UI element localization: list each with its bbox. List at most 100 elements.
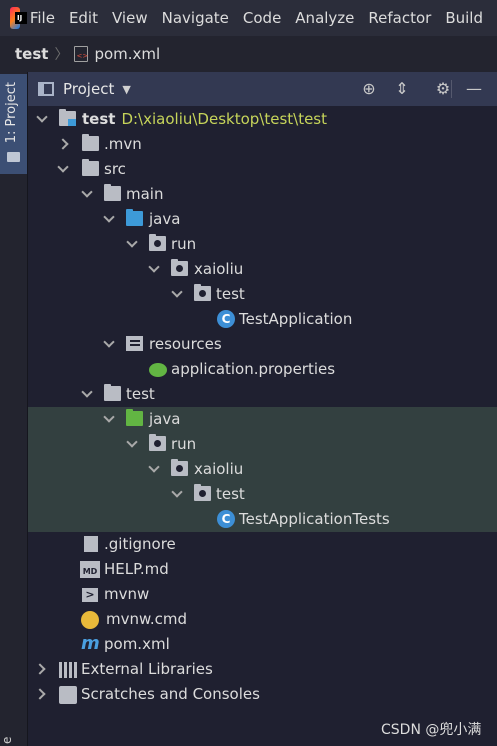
tree-item-label: pom.xml: [104, 635, 170, 653]
chevron-down-icon[interactable]: [103, 411, 115, 423]
menu-code[interactable]: Code: [243, 9, 281, 27]
chevron-right-icon[interactable]: [34, 688, 46, 700]
tree-item-label: java: [149, 210, 181, 228]
tree-row-scratches[interactable]: Scratches and Consoles: [28, 682, 497, 707]
minimize-icon[interactable]: —: [465, 80, 483, 98]
tree-row-external-libraries[interactable]: External Libraries: [28, 657, 497, 682]
menu-bar: IJ File Edit View Navigate Code Analyze …: [0, 0, 497, 36]
tree-item-label: test: [216, 285, 245, 303]
chevron-down-icon[interactable]: [57, 161, 69, 173]
chevron-down-icon[interactable]: [171, 286, 183, 298]
menu-build[interactable]: Build: [445, 9, 483, 27]
package-icon: [171, 259, 188, 276]
gear-icon[interactable]: ⚙: [434, 80, 452, 98]
scratches-icon: [59, 686, 77, 704]
shell-script-icon: >: [82, 588, 98, 602]
folder-icon: [82, 134, 99, 151]
locate-target-icon[interactable]: ⊕: [360, 80, 378, 98]
chevron-down-icon[interactable]: [148, 261, 160, 273]
tree-row-test-test-package[interactable]: test: [28, 482, 497, 507]
tree-item-label: External Libraries: [81, 660, 213, 678]
intellij-logo-icon[interactable]: IJ: [10, 7, 27, 29]
tree-item-label: src: [104, 160, 126, 178]
menu-file[interactable]: File: [30, 9, 55, 27]
tree-row-main-test-package[interactable]: test: [28, 282, 497, 307]
breadcrumb-project[interactable]: test: [15, 45, 48, 63]
chevron-down-icon[interactable]: [103, 211, 115, 223]
tree-item-label: xaioliu: [194, 260, 244, 278]
tree-item-label: run: [171, 435, 197, 453]
tree-row-mvnw-cmd[interactable]: mvnw.cmd: [28, 607, 497, 632]
chevron-down-icon[interactable]: [148, 461, 160, 473]
menu-edit[interactable]: Edit: [69, 9, 98, 27]
project-path: D:\xiaoliu\Desktop\test\test: [121, 110, 327, 128]
tree-row-main-run[interactable]: run: [28, 232, 497, 257]
chevron-down-icon[interactable]: [126, 236, 138, 248]
package-icon: [194, 284, 211, 301]
tree-row-gitignore[interactable]: .gitignore: [28, 532, 497, 557]
tree-item-label: TestApplicationTests: [239, 510, 390, 528]
tree-item-label: mvnw: [104, 585, 150, 603]
spring-leaf-icon: [149, 363, 167, 377]
tree-item-label: java: [149, 410, 181, 428]
package-icon: [171, 459, 188, 476]
chevron-down-icon[interactable]: [36, 111, 48, 123]
project-panel-header: Project ▼ ⊕ ⇕ ⚙ —: [28, 72, 497, 106]
chevron-right-icon[interactable]: [34, 663, 46, 675]
tree-item-label: test: [216, 485, 245, 503]
chevron-down-icon[interactable]: [171, 486, 183, 498]
breadcrumb-file[interactable]: pom.xml: [94, 45, 160, 63]
tree-row-mvnw[interactable]: > mvnw: [28, 582, 497, 607]
menu-refactor[interactable]: Refactor: [368, 9, 431, 27]
tree-row-mvn[interactable]: .mvn: [28, 132, 497, 157]
resources-folder-icon: [126, 336, 143, 351]
chevron-down-icon[interactable]: [81, 186, 93, 198]
panel-title[interactable]: Project: [63, 80, 114, 98]
chevron-right-icon[interactable]: [57, 138, 69, 150]
tree-row-src[interactable]: src: [28, 157, 497, 182]
library-icon: [59, 662, 77, 678]
text-file-icon: [84, 536, 98, 552]
folder-icon: [7, 152, 20, 162]
folder-icon: [104, 384, 121, 401]
tree-row-application-properties[interactable]: application.properties: [28, 357, 497, 382]
tree-item-label: application.properties: [171, 360, 336, 378]
spring-boot-class-icon: C: [217, 310, 235, 328]
tree-row-main[interactable]: main: [28, 182, 497, 207]
left-tool-stripe: 1: Project e: [0, 72, 28, 746]
chevron-down-icon[interactable]: [81, 386, 93, 398]
tree-row-test-xaioliu[interactable]: xaioliu: [28, 457, 497, 482]
tree-item-label: xaioliu: [194, 460, 244, 478]
chevron-down-icon[interactable]: [126, 436, 138, 448]
tree-item-label: resources: [149, 335, 222, 353]
chevron-down-icon[interactable]: [103, 336, 115, 348]
project-view-icon: [38, 82, 54, 96]
menu-view[interactable]: View: [112, 9, 148, 27]
package-icon: [149, 234, 166, 251]
tree-row-main-java[interactable]: java: [28, 207, 497, 232]
collapse-all-icon[interactable]: ⇕: [393, 80, 411, 98]
chevron-down-icon[interactable]: ▼: [122, 83, 130, 96]
tree-row-help-md[interactable]: MD HELP.md: [28, 557, 497, 582]
tree-row-test-java[interactable]: java: [28, 407, 497, 432]
menu-analyze[interactable]: Analyze: [295, 9, 354, 27]
tree-row-main-xaioliu[interactable]: xaioliu: [28, 257, 497, 282]
test-class-icon: C: [217, 510, 235, 528]
tree-item-label: test: [126, 385, 155, 403]
folder-icon: [82, 159, 99, 176]
tree-item-label: HELP.md: [104, 560, 169, 578]
xml-file-icon: [74, 46, 89, 62]
tree-row-resources[interactable]: resources: [28, 332, 497, 357]
tree-row-test[interactable]: test: [28, 382, 497, 407]
tree-row-project-root[interactable]: test D:\xiaoliu\Desktop\test\test: [28, 107, 497, 132]
project-tool-tab-label: 1: Project: [4, 82, 19, 144]
tree-item-label: Scratches and Consoles: [81, 685, 260, 703]
tree-row-testapplicationtests[interactable]: C TestApplicationTests: [28, 507, 497, 532]
project-tool-tab[interactable]: 1: Project: [0, 74, 27, 174]
tree-item-label: test D:\xiaoliu\Desktop\test\test: [82, 110, 327, 128]
tree-row-testapplication[interactable]: C TestApplication: [28, 307, 497, 332]
bottom-tool-tab[interactable]: e: [0, 724, 27, 744]
tree-row-test-run[interactable]: run: [28, 432, 497, 457]
menu-navigate[interactable]: Navigate: [162, 9, 229, 27]
tree-row-pom-xml[interactable]: m pom.xml: [28, 632, 497, 657]
